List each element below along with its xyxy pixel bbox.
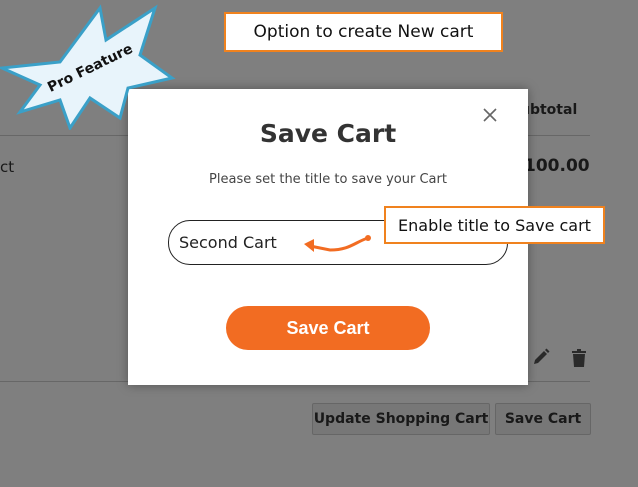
modal-title: Save Cart <box>259 119 397 148</box>
pro-feature-burst: Pro Feature <box>0 4 176 130</box>
arrow-icon <box>304 235 371 252</box>
create-new-cart-callout: Option to create New cart <box>224 12 503 52</box>
modal-subtitle: Please set the title to save your Cart <box>209 172 447 187</box>
save-cart-button[interactable]: Save Cart <box>226 306 430 350</box>
enable-title-callout: Enable title to Save cart <box>384 206 605 244</box>
